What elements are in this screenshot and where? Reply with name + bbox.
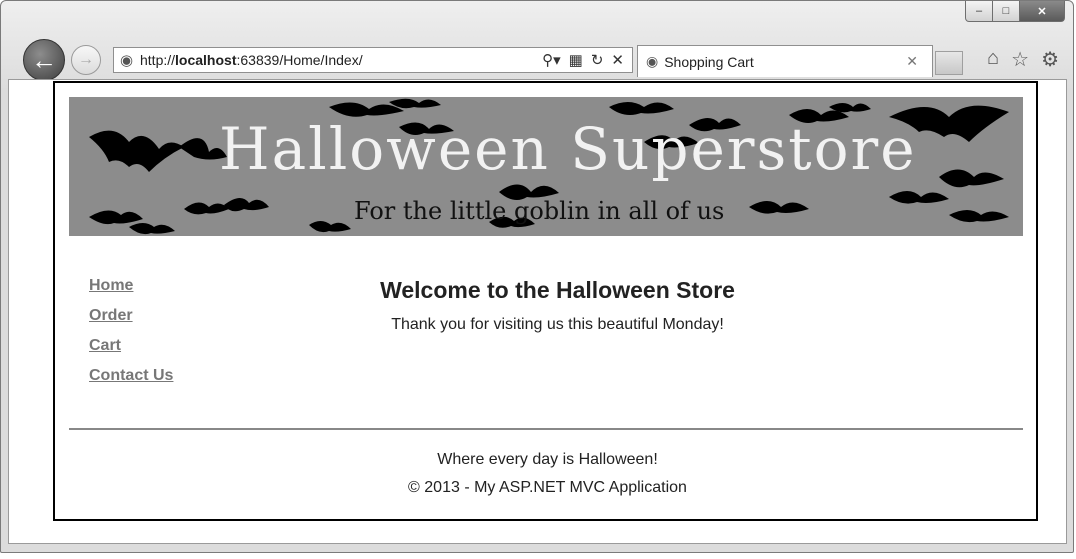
site-banner: Halloween Superstore For the little gobl…	[69, 97, 1023, 236]
url-prefix: http://	[140, 52, 176, 68]
page-footer: Where every day is Halloween! © 2013 - M…	[55, 451, 1040, 507]
favorites-star-icon[interactable]: ☆	[1011, 47, 1029, 72]
home-icon[interactable]: ⌂	[987, 47, 999, 72]
back-button[interactable]: ←	[23, 39, 65, 81]
window-controls: – □ ✕	[965, 1, 1065, 22]
stop-icon[interactable]: ✕	[611, 51, 624, 69]
url-host: localhost	[175, 52, 237, 68]
close-window-button[interactable]: ✕	[1020, 1, 1065, 22]
footer-copyright: © 2013 - My ASP.NET MVC Application	[408, 479, 687, 496]
page-heading: Welcome to the Halloween Store	[380, 277, 735, 303]
welcome-message: Thank you for visiting us this beautiful…	[391, 316, 724, 333]
footer-divider	[69, 428, 1023, 430]
arrow-left-icon: ←	[31, 44, 57, 75]
address-bar[interactable]: ◉ http://localhost:63839/Home/Index/ ⚲▾ …	[113, 47, 633, 73]
new-tab-button[interactable]	[935, 51, 963, 75]
url-path: :63839/Home/Index/	[236, 52, 363, 68]
nav-link-contact-us[interactable]: Contact Us	[89, 367, 173, 385]
minimize-button[interactable]: –	[965, 1, 993, 22]
browser-toolbar: ⌂ ☆ ⚙	[987, 47, 1059, 72]
address-tools: ⚲▾ ▦ ↻ ✕	[542, 51, 624, 69]
gear-icon[interactable]: ⚙	[1041, 47, 1059, 72]
footer-tagline: Where every day is Halloween!	[437, 451, 658, 468]
ie-tab-icon: ◉	[646, 53, 659, 69]
welcome-section: Welcome to the Halloween Store Thank you…	[55, 277, 1040, 334]
refresh-icon[interactable]: ↻	[591, 51, 604, 69]
search-icon[interactable]: ⚲▾	[542, 51, 561, 69]
tab-title: Shopping Cart	[664, 53, 754, 70]
banner-title: Halloween Superstore	[219, 115, 917, 183]
tab-shopping-cart[interactable]: ◉ Shopping Cart ✕	[637, 45, 933, 77]
web-page: Halloween Superstore For the little gobl…	[53, 81, 1038, 521]
maximize-button[interactable]: □	[993, 1, 1020, 22]
address-url[interactable]: http://localhost:63839/Home/Index/	[140, 52, 542, 68]
nav-link-cart[interactable]: Cart	[89, 337, 173, 355]
banner-tagline: For the little goblin in all of us	[354, 197, 725, 225]
compatibility-view-icon[interactable]: ▦	[569, 51, 583, 69]
ie-page-icon: ◉	[120, 52, 134, 69]
arrow-right-icon: →	[78, 51, 94, 68]
forward-button[interactable]: →	[71, 45, 101, 75]
close-tab-icon[interactable]: ✕	[906, 53, 918, 70]
